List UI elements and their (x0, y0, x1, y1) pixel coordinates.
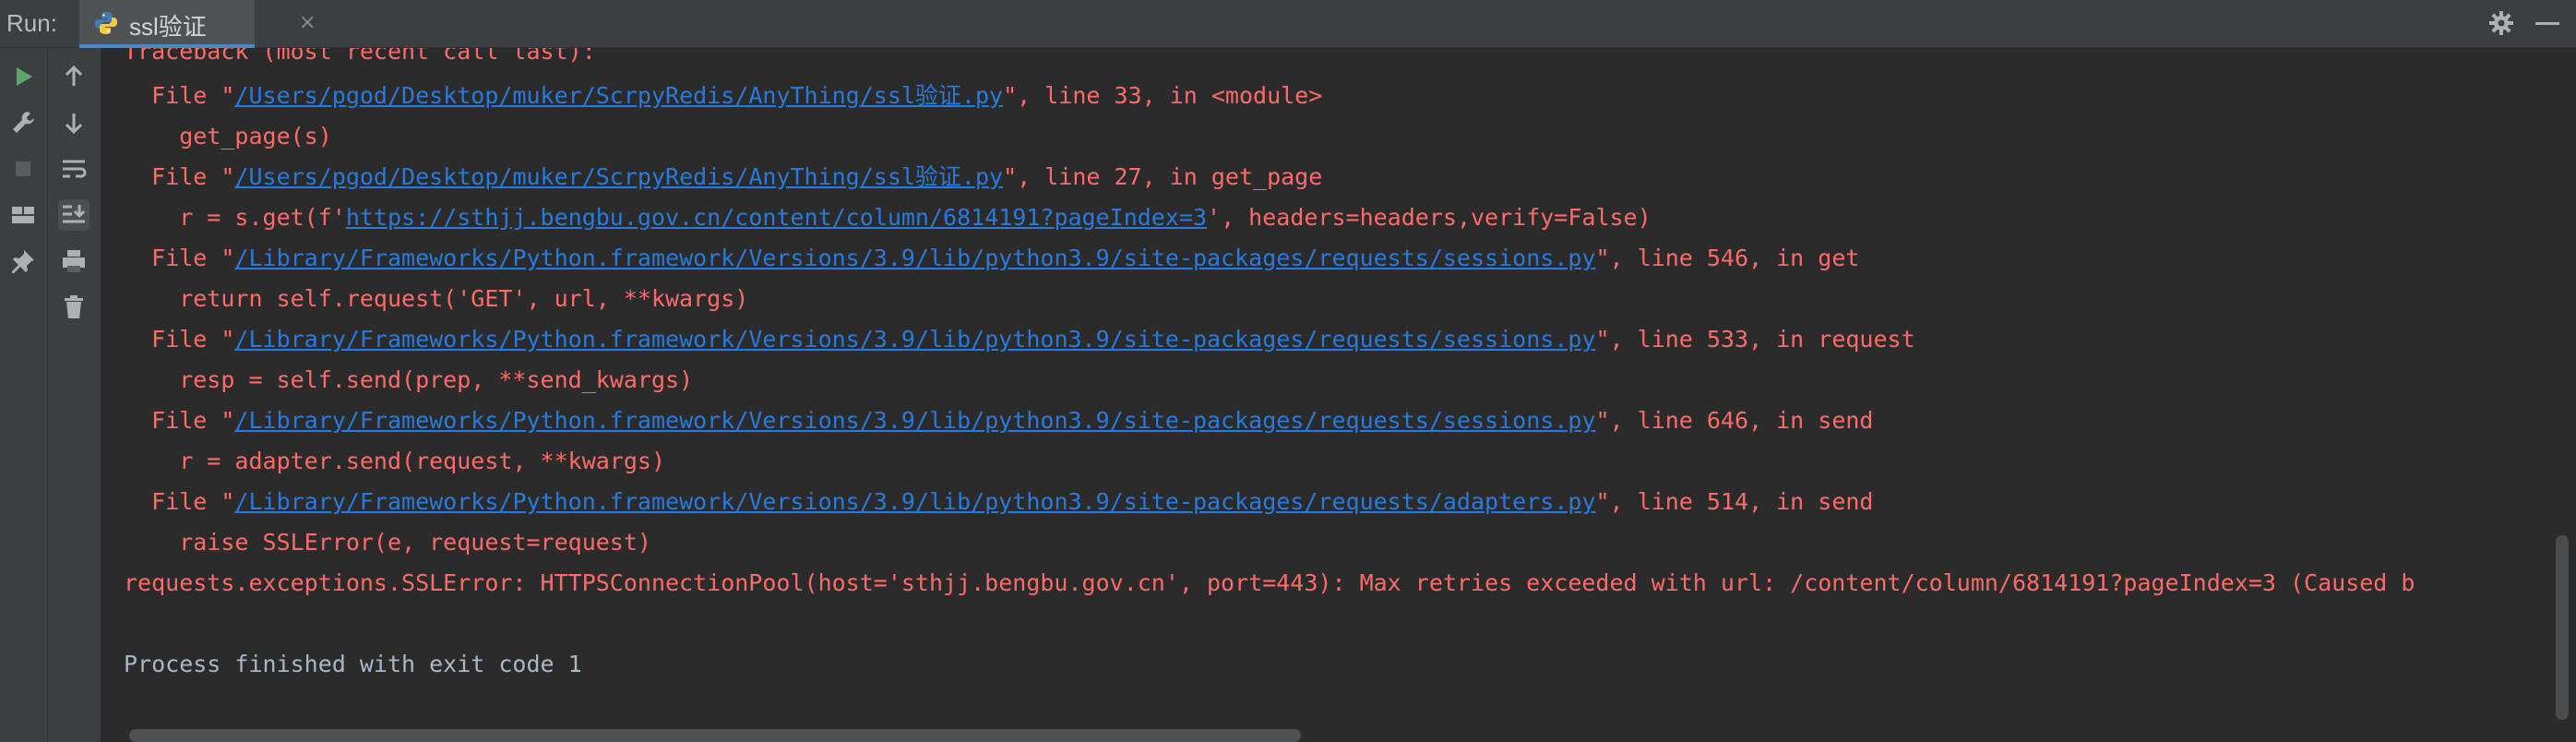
run-toolwindow-header: Run: ssl验证 × (0, 0, 2576, 48)
gear-icon[interactable] (2487, 9, 2515, 37)
url-link[interactable]: https://sthjj.bengbu.gov.cn/content/colu… (346, 204, 1207, 231)
print-icon[interactable] (58, 245, 89, 277)
console-output[interactable]: Traceback (most recent call last): File … (101, 48, 2552, 720)
traceback-file-line: File "/Library/Frameworks/Python.framewo… (124, 245, 1860, 271)
tab-ssl-verify[interactable]: ssl验证 × (79, 0, 316, 48)
process-exit-message: Process finished with exit code 1 (124, 651, 582, 677)
file-link[interactable]: /Library/Frameworks/Python.framework/Ver… (234, 407, 1595, 434)
traceback-code-line: get_page(s) (124, 123, 332, 150)
traceback-code-line: r = adapter.send(request, **kwargs) (124, 448, 665, 474)
file-link[interactable]: /Library/Frameworks/Python.framework/Ver… (234, 326, 1595, 353)
run-play-icon[interactable] (7, 61, 39, 92)
console-toolbar (48, 48, 101, 742)
traceback-code-line: r = s.get(f'https://sthjj.bengbu.gov.cn/… (124, 204, 1652, 231)
traceback-file-line: File "/Library/Frameworks/Python.framewo… (124, 488, 1874, 515)
close-icon[interactable]: × (299, 11, 316, 34)
python-file-icon (92, 9, 120, 37)
traceback-header: Traceback (most recent call last): (124, 48, 596, 65)
exception-message: requests.exceptions.SSLError: HTTPSConne… (124, 569, 2415, 596)
vertical-scrollbar-thumb[interactable] (2556, 535, 2569, 720)
soft-wrap-icon[interactable] (58, 153, 89, 185)
file-link[interactable]: /Users/pgod/Desktop/muker/ScrpyRedis/Any… (234, 163, 1003, 190)
traceback-code-line: resp = self.send(prep, **send_kwargs) (124, 366, 694, 393)
tab-label: ssl验证 (129, 13, 207, 41)
traceback-file-line: File "/Library/Frameworks/Python.framewo… (124, 407, 1874, 434)
pin-icon[interactable] (7, 245, 39, 277)
traceback-code-line: raise SSLError(e, request=request) (124, 529, 651, 556)
file-link[interactable]: /Users/pgod/Desktop/muker/ScrpyRedis/Any… (234, 82, 1003, 109)
traceback-file-line: File "/Users/pgod/Desktop/muker/ScrpyRed… (124, 163, 1323, 190)
minimize-icon[interactable] (2535, 22, 2559, 25)
arrow-down-icon[interactable] (58, 107, 89, 138)
wrench-icon[interactable] (7, 107, 39, 138)
traceback-file-line: File "/Library/Frameworks/Python.framewo… (124, 326, 1915, 353)
run-left-toolbar (0, 48, 48, 742)
traceback-file-line: File "/Users/pgod/Desktop/muker/ScrpyRed… (124, 82, 1323, 109)
arrow-up-icon[interactable] (58, 61, 89, 92)
scroll-to-end-icon[interactable] (58, 199, 89, 231)
file-link[interactable]: /Library/Frameworks/Python.framework/Ver… (234, 245, 1595, 271)
run-label: Run: (6, 9, 57, 37)
horizontal-scrollbar-thumb[interactable] (129, 729, 1301, 742)
trash-icon[interactable] (58, 292, 89, 323)
file-link[interactable]: /Library/Frameworks/Python.framework/Ver… (234, 488, 1595, 515)
stop-icon[interactable] (7, 153, 39, 185)
layout-icon[interactable] (7, 199, 39, 231)
traceback-code-line: return self.request('GET', url, **kwargs… (124, 285, 749, 312)
